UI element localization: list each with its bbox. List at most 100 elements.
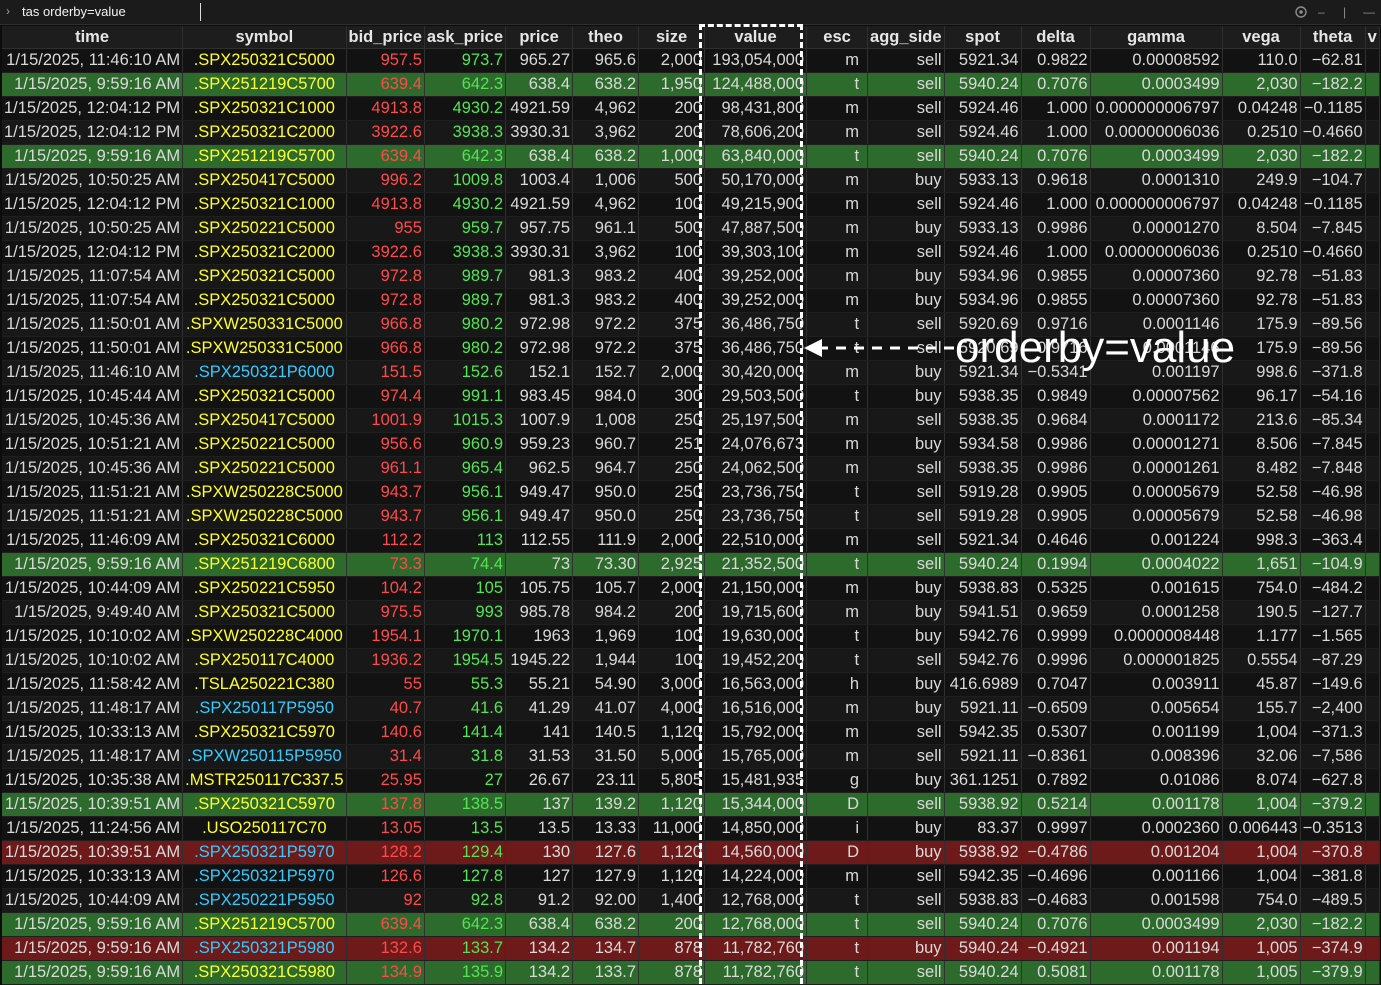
gear-icon[interactable] [1294, 5, 1308, 22]
column-header-agg-side[interactable]: agg_side [867, 26, 945, 49]
column-header-value[interactable]: value [704, 26, 808, 49]
cell-v [1365, 792, 1380, 817]
table-row[interactable]: 1/15/2025, 12:04:12 PM .SPX250321C1000 491… [2, 192, 1380, 217]
table-row[interactable]: 1/15/2025, 10:10:02 AM .SPX250117C4000 193… [2, 648, 1380, 673]
table-row[interactable]: 1/15/2025, 11:51:21 AM .SPXW250228C5000 94… [2, 480, 1380, 505]
cell-vega: 52.58 [1222, 480, 1301, 505]
cell-esc: m [806, 216, 869, 241]
table-row[interactable]: 1/15/2025, 9:49:40 AM .SPX250321C5000 975.… [2, 600, 1380, 625]
table-row[interactable]: 1/15/2025, 11:07:54 AM .SPX250321C5000 972… [2, 264, 1380, 289]
column-header-ask-price[interactable]: ask_price [424, 26, 507, 49]
column-header-v[interactable]: v [1365, 26, 1380, 49]
column-header-price[interactable]: price [505, 26, 574, 49]
cell-spot: 5938.83 [944, 576, 1022, 601]
column-header-esc[interactable]: esc [806, 26, 869, 49]
cell-spot: 5919.28 [944, 504, 1022, 529]
table-row[interactable]: 1/15/2025, 11:07:54 AM .SPX250321C5000 972… [2, 288, 1380, 313]
table-row[interactable]: 1/15/2025, 10:10:02 AM .SPXW250228C4000 19… [2, 624, 1380, 649]
table-row[interactable]: 1/15/2025, 10:35:38 AM .MSTR250117C337.5 2… [2, 768, 1380, 793]
table-row[interactable]: 1/15/2025, 11:46:10 AM .SPX250321C5000 957… [2, 48, 1380, 73]
table-row[interactable]: 1/15/2025, 10:44:09 AM .SPX250221C5950 104… [2, 576, 1380, 601]
cell-time: 1/15/2025, 10:33:13 AM [2, 864, 184, 889]
cell-size: 1,120 [638, 840, 706, 865]
cell-v [1365, 144, 1380, 169]
cell-time: 1/15/2025, 10:45:44 AM [2, 384, 184, 409]
cell-price: 959.23 [505, 432, 574, 457]
cell-ask-price: 27 [424, 768, 507, 793]
table-row[interactable]: 1/15/2025, 10:33:13 AM .SPX250321P5970 126… [2, 864, 1380, 889]
cell-agg-side: sell [867, 888, 945, 913]
table-row[interactable]: 1/15/2025, 10:50:25 AM .SPX250417C5000 996… [2, 168, 1380, 193]
cell-symbol: .SPX250321C5970 [182, 792, 347, 817]
column-header-time[interactable]: time [2, 26, 184, 49]
cell-symbol: .USO250117C70 [182, 816, 347, 841]
close-icon[interactable]: — [1363, 5, 1375, 19]
cell-esc: m [806, 720, 869, 745]
table-row[interactable]: 1/15/2025, 12:04:12 PM .SPX250321C2000 392… [2, 120, 1380, 145]
cell-spot: 361.1251 [944, 768, 1022, 793]
minimize-icon[interactable]: – [1318, 5, 1325, 19]
cell-symbol: .SPX250321C5000 [182, 264, 347, 289]
cell-esc: D [806, 840, 869, 865]
cell-esc: m [806, 528, 869, 553]
cell-ask-price: 3938.3 [424, 240, 507, 265]
table-row[interactable]: 1/15/2025, 9:59:16 AM .SPX250321P5980 132.… [2, 936, 1380, 961]
table-row[interactable]: 1/15/2025, 10:51:21 AM .SPX250221C5000 956… [2, 432, 1380, 457]
column-header-delta[interactable]: delta [1021, 26, 1091, 49]
column-header-size[interactable]: size [638, 26, 706, 49]
cell-price: 1945.22 [505, 648, 574, 673]
table-row[interactable]: 1/15/2025, 11:58:42 AM .TSLA250221C380 55 5… [2, 672, 1380, 697]
table-row[interactable]: 1/15/2025, 12:04:12 PM .SPX250321C1000 491… [2, 96, 1380, 121]
column-header-symbol[interactable]: symbol [182, 26, 347, 49]
cell-price: 91.2 [505, 888, 574, 913]
column-header-bid-price[interactable]: bid_price [346, 26, 425, 49]
column-header-gamma[interactable]: gamma [1090, 26, 1223, 49]
table-row[interactable]: 1/15/2025, 10:45:44 AM .SPX250321C5000 974… [2, 384, 1380, 409]
cell-bid-price: 3922.6 [346, 240, 425, 265]
table-row[interactable]: 1/15/2025, 10:45:36 AM .SPX250221C5000 961… [2, 456, 1380, 481]
cell-ask-price: 1970.1 [424, 624, 507, 649]
cell-esc: m [806, 408, 869, 433]
table-row[interactable]: 1/15/2025, 10:39:51 AM .SPX250321C5970 137… [2, 792, 1380, 817]
table-row[interactable]: 1/15/2025, 9:59:16 AM .SPX251219C6800 73.3… [2, 552, 1380, 577]
cell-bid-price: 104.2 [346, 576, 425, 601]
cell-ask-price: 1009.8 [424, 168, 507, 193]
table-row[interactable]: 1/15/2025, 9:59:16 AM .SPX250321C5980 134.… [2, 960, 1380, 985]
column-header-vega[interactable]: vega [1222, 26, 1301, 49]
cell-esc: t [806, 624, 869, 649]
cell-vega: 8.074 [1222, 768, 1301, 793]
table-row[interactable]: 1/15/2025, 9:59:16 AM .SPX251219C5700 639.… [2, 72, 1380, 97]
cell-agg-side: buy [867, 216, 945, 241]
cell-delta: 0.9849 [1021, 384, 1091, 409]
column-header-theta[interactable]: theta [1300, 26, 1366, 49]
cell-price: 3930.31 [505, 120, 574, 145]
cell-bid-price: 73.3 [346, 552, 425, 577]
table-row[interactable]: 1/15/2025, 11:24:56 AM .USO250117C70 13.05… [2, 816, 1380, 841]
table-row[interactable]: 1/15/2025, 9:59:16 AM .SPX251219C5700 639.… [2, 912, 1380, 937]
cell-v [1365, 936, 1380, 961]
cell-bid-price: 943.7 [346, 480, 425, 505]
table-row[interactable]: 1/15/2025, 10:44:09 AM .SPX250221P5950 92 9… [2, 888, 1380, 913]
cell-symbol: .SPXW250115P5950 [182, 744, 347, 769]
column-header-spot[interactable]: spot [944, 26, 1022, 49]
cell-gamma: 0.00008592 [1090, 48, 1223, 73]
cell-vega: 0.2510 [1222, 240, 1301, 265]
table-row[interactable]: 1/15/2025, 9:59:16 AM .SPX251219C5700 639.… [2, 144, 1380, 169]
table-row[interactable]: 1/15/2025, 10:39:51 AM .SPX250321P5970 128… [2, 840, 1380, 865]
command-input[interactable] [22, 3, 201, 21]
table-row[interactable]: 1/15/2025, 11:46:09 AM .SPX250321C6000 112… [2, 528, 1380, 553]
cell-bid-price: 1001.9 [346, 408, 425, 433]
pin-icon[interactable]: | [1343, 5, 1346, 19]
table-row[interactable]: 1/15/2025, 12:04:12 PM .SPX250321C2000 392… [2, 240, 1380, 265]
table-row[interactable]: 1/15/2025, 10:50:25 AM .SPX250221C5000 955… [2, 216, 1380, 241]
table-row[interactable]: 1/15/2025, 10:45:36 AM .SPX250417C5000 100… [2, 408, 1380, 433]
table-row[interactable]: 1/15/2025, 11:51:21 AM .SPXW250228C5000 94… [2, 504, 1380, 529]
column-header-theo[interactable]: theo [572, 26, 640, 49]
table-row[interactable]: 1/15/2025, 11:48:17 AM .SPXW250115P5950 31… [2, 744, 1380, 769]
cell-spot: 5921.11 [944, 744, 1022, 769]
cell-delta: 1.000 [1021, 240, 1091, 265]
cell-value: 11,782,760 [704, 936, 808, 961]
cell-gamma: 0.008396 [1090, 744, 1223, 769]
table-row[interactable]: 1/15/2025, 10:33:13 AM .SPX250321C5970 140… [2, 720, 1380, 745]
table-row[interactable]: 1/15/2025, 11:48:17 AM .SPX250117P5950 40.… [2, 696, 1380, 721]
